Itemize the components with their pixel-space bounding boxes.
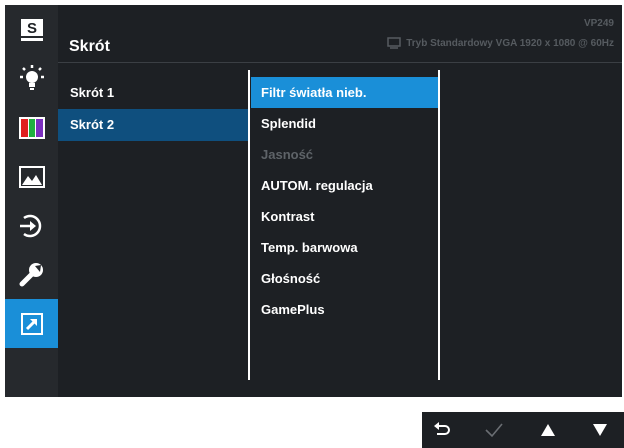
monitor-icon bbox=[387, 37, 401, 49]
option-item[interactable]: Kontrast bbox=[251, 201, 440, 232]
wrench-icon bbox=[19, 262, 43, 286]
column-divider-left bbox=[248, 70, 250, 380]
color-bars-icon bbox=[18, 116, 45, 139]
up-triangle-icon bbox=[541, 424, 555, 436]
option-item[interactable]: AUTOM. regulacja bbox=[251, 170, 440, 201]
option-label: Splendid bbox=[261, 116, 316, 131]
shortcut-label: Skrót 1 bbox=[70, 85, 115, 100]
option-list: Filtr światła nieb. Splendid Jasność AUT… bbox=[251, 77, 440, 325]
sidebar-item-input[interactable] bbox=[5, 201, 58, 250]
osd-menu: S Skrót VP249 Tryb Standardowy VGA 1920 … bbox=[5, 5, 622, 397]
status-info: Tryb Standardowy VGA 1920 x 1080 @ 60Hz bbox=[387, 37, 614, 49]
image-icon bbox=[18, 165, 45, 188]
option-item: Jasność bbox=[251, 139, 440, 170]
down-triangle-icon bbox=[593, 424, 607, 436]
back-arrow-icon bbox=[434, 422, 450, 435]
page-title: Skrót bbox=[69, 38, 110, 55]
control-bar bbox=[422, 412, 624, 448]
option-label: Filtr światła nieb. bbox=[261, 85, 367, 100]
shortcut-item[interactable]: Skrót 2 bbox=[58, 109, 248, 141]
confirm-button[interactable] bbox=[474, 412, 514, 448]
shortcut-item[interactable]: Skrót 1 bbox=[58, 77, 248, 109]
column-divider-right bbox=[438, 70, 440, 380]
option-item[interactable]: Filtr światła nieb. bbox=[251, 77, 440, 108]
option-label: Temp. barwowa bbox=[261, 240, 358, 255]
sidebar-item-shortcut[interactable] bbox=[5, 299, 58, 348]
option-label: Kontrast bbox=[261, 209, 315, 224]
back-button[interactable] bbox=[422, 412, 462, 448]
sidebar-item-blue-light[interactable] bbox=[5, 54, 58, 103]
option-item[interactable]: Głośność bbox=[251, 263, 440, 294]
sidebar-item-splendid[interactable]: S bbox=[5, 5, 58, 54]
header-divider bbox=[58, 62, 622, 63]
option-label: GamePlus bbox=[261, 302, 325, 317]
sidebar-item-system[interactable] bbox=[5, 250, 58, 299]
sidebar-item-image[interactable] bbox=[5, 152, 58, 201]
shortcut-label: Skrót 2 bbox=[70, 117, 115, 132]
option-label: Głośność bbox=[261, 271, 321, 286]
status-text: Tryb Standardowy VGA 1920 x 1080 @ 60Hz bbox=[406, 37, 614, 49]
sidebar-item-color[interactable] bbox=[5, 103, 58, 152]
blue-light-icon bbox=[19, 64, 44, 90]
option-label: Jasność bbox=[261, 147, 314, 162]
shortcut-list: Skrót 1 Skrót 2 bbox=[58, 77, 248, 141]
check-icon bbox=[485, 423, 503, 438]
down-button[interactable] bbox=[580, 412, 620, 448]
option-item[interactable]: GamePlus bbox=[251, 294, 440, 325]
input-select-icon bbox=[19, 214, 41, 237]
splendid-s-icon: S bbox=[20, 18, 43, 41]
model-name: VP249 bbox=[583, 18, 614, 29]
option-label: AUTOM. regulacja bbox=[261, 178, 373, 193]
svg-text:S: S bbox=[26, 20, 36, 37]
option-item[interactable]: Temp. barwowa bbox=[251, 232, 440, 263]
up-button[interactable] bbox=[528, 412, 568, 448]
sidebar: S bbox=[5, 5, 58, 397]
shortcut-arrow-icon bbox=[20, 312, 43, 335]
option-item[interactable]: Splendid bbox=[251, 108, 440, 139]
